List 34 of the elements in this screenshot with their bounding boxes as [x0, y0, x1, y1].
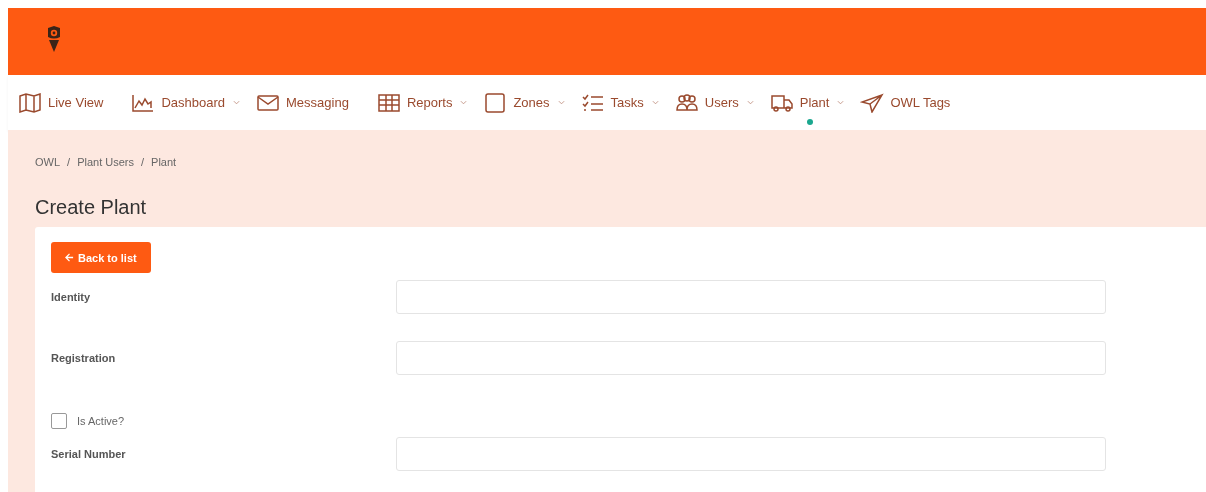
truck-icon	[769, 92, 794, 113]
nav-item[interactable]: Tasks	[580, 88, 659, 117]
map-icon	[18, 92, 42, 113]
breadcrumb-separator: /	[67, 156, 71, 168]
field-label: Registration	[51, 351, 117, 364]
field-label: Identity	[51, 290, 92, 303]
nav-item[interactable]: Messaging	[256, 88, 349, 117]
breadcrumb-separator: /	[141, 156, 145, 168]
square-icon	[483, 92, 508, 113]
field-label: Serial Number	[51, 447, 127, 460]
nav-item[interactable]: Dashboard	[131, 88, 240, 117]
nav-item[interactable]: Users	[674, 88, 754, 117]
paper-plane-icon	[860, 92, 885, 113]
table-icon	[376, 92, 401, 113]
checkbox-label: Is Active?	[77, 414, 125, 427]
users-icon	[674, 92, 699, 113]
input-field[interactable]	[396, 341, 1106, 375]
input-field[interactable]	[396, 280, 1106, 314]
input-field[interactable]	[396, 437, 1106, 471]
checklist-icon	[580, 92, 605, 113]
nav-item[interactable]: Live View	[18, 88, 104, 117]
envelope-icon	[256, 92, 280, 113]
breadcrumb-link[interactable]: OWL	[35, 156, 61, 168]
checkbox[interactable]	[51, 412, 67, 429]
chart-icon	[131, 92, 156, 113]
breadcrumb-link[interactable]: Plant	[151, 156, 177, 168]
nav-item[interactable]: Zones	[483, 88, 565, 117]
nav-item[interactable]: Plant	[769, 88, 845, 117]
nav-item[interactable]: OWL Tags	[860, 88, 951, 117]
owl-logo-icon[interactable]	[46, 24, 62, 53]
breadcrumb-link[interactable]: Plant Users	[77, 156, 134, 168]
back-arrow-icon	[65, 253, 74, 262]
page-title: Create Plant	[35, 196, 148, 219]
nav-item[interactable]: Reports	[376, 88, 468, 117]
